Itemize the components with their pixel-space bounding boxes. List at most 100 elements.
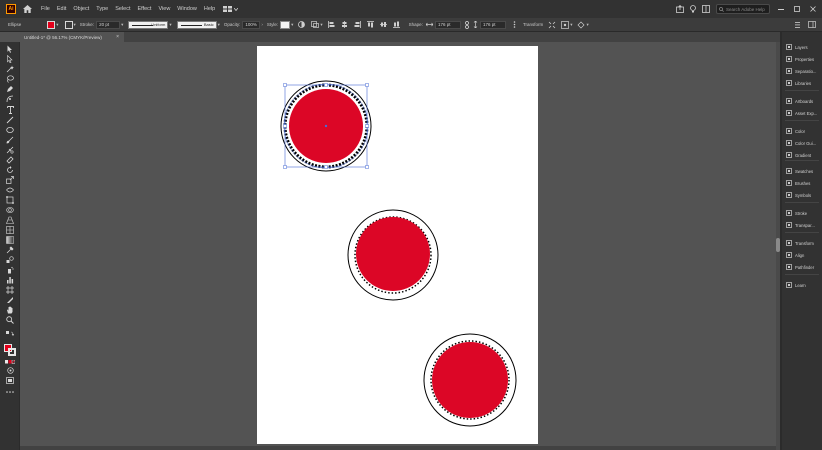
- handle-br[interactable]: [365, 165, 369, 169]
- artboard-tool-icon[interactable]: [5, 286, 15, 294]
- handle-tr[interactable]: [365, 83, 369, 87]
- edit-toolbar-icon[interactable]: [5, 388, 15, 396]
- share-icon[interactable]: [676, 5, 684, 13]
- panel-layers[interactable]: Layers: [786, 42, 822, 52]
- eraser-tool-icon[interactable]: [5, 156, 15, 164]
- type-tool-icon[interactable]: [5, 106, 15, 114]
- ellipse-bottom[interactable]: [422, 333, 518, 427]
- shape-builder-tool-icon[interactable]: [5, 206, 15, 214]
- panel-symbols[interactable]: Symbols: [786, 190, 822, 200]
- align-left-icon[interactable]: [327, 20, 336, 29]
- menu-select[interactable]: Select: [115, 6, 130, 12]
- constrain-proportions-icon[interactable]: [465, 20, 469, 29]
- more-menu-icon[interactable]: [794, 20, 803, 29]
- horizontal-scrollbar[interactable]: [20, 446, 776, 450]
- zoom-tool-icon[interactable]: [5, 316, 15, 324]
- close-tab-icon[interactable]: ×: [116, 34, 119, 40]
- document-tab[interactable]: Untitled-1* @ 56.17% (CMYK/Preview) ×: [20, 32, 124, 42]
- brush-definition[interactable]: Basic: [176, 20, 217, 29]
- arrange-docs-icon[interactable]: [702, 5, 710, 13]
- search-input[interactable]: Search Adobe Help: [716, 4, 770, 14]
- panel-toggle-icon[interactable]: [807, 20, 816, 29]
- transform-link[interactable]: Transform: [523, 22, 543, 27]
- panel-brushes[interactable]: Brushes: [786, 178, 822, 188]
- screen-mode-icon[interactable]: [5, 376, 15, 384]
- align-top-icon[interactable]: [366, 20, 375, 29]
- paintbrush-tool-icon[interactable]: [5, 136, 15, 144]
- shape-height-field[interactable]: 176 pt: [479, 20, 506, 29]
- symbol-sprayer-tool-icon[interactable]: [5, 266, 15, 274]
- handle-bottom[interactable]: [324, 165, 328, 169]
- panel-swatches[interactable]: Swatches: [786, 166, 822, 176]
- chevron-down-icon[interactable]: ▾: [218, 22, 220, 28]
- column-graph-tool-icon[interactable]: [5, 276, 15, 284]
- hand-tool-icon[interactable]: [5, 306, 15, 314]
- menu-help[interactable]: Help: [204, 6, 215, 12]
- menu-object[interactable]: Object: [73, 6, 89, 12]
- panel-color[interactable]: Color: [786, 126, 822, 136]
- chevron-down-icon[interactable]: ▾: [121, 22, 123, 28]
- panel-pathfinder[interactable]: Pathfinder: [786, 262, 822, 272]
- variable-width-profile[interactable]: Uniform: [128, 20, 169, 29]
- direct-selection-tool-icon[interactable]: [5, 55, 15, 63]
- ellipse-selected[interactable]: [278, 80, 374, 172]
- color-mode-icons[interactable]: [5, 358, 15, 366]
- graphic-style-swatch[interactable]: [280, 20, 291, 29]
- slice-tool-icon[interactable]: [5, 296, 15, 304]
- ellipse-middle[interactable]: [346, 208, 440, 302]
- lightbulb-icon[interactable]: [690, 5, 696, 13]
- menu-window[interactable]: Window: [177, 6, 197, 12]
- close-window-button[interactable]: [808, 4, 818, 14]
- align-to-icon[interactable]: [310, 20, 319, 29]
- align-middle-icon[interactable]: [379, 20, 388, 29]
- panel-gradient[interactable]: Gradient: [786, 150, 822, 160]
- panel-libraries[interactable]: Libraries: [786, 78, 822, 88]
- handle-bl[interactable]: [283, 165, 287, 169]
- ellipse-tool-icon[interactable]: [5, 126, 15, 134]
- align-bottom-icon[interactable]: [392, 20, 401, 29]
- panel-transform[interactable]: Transform: [786, 238, 822, 248]
- stroke-weight-field[interactable]: 20 pt: [96, 20, 121, 29]
- handle-left[interactable]: [283, 124, 287, 128]
- lasso-tool-icon[interactable]: [5, 75, 15, 83]
- rotate-tool-icon[interactable]: [5, 166, 15, 174]
- chevron-right-icon[interactable]: ›: [261, 22, 263, 27]
- panel-transparency[interactable]: Transpar...: [786, 220, 822, 230]
- maximize-button[interactable]: [792, 4, 802, 14]
- scale-tool-icon[interactable]: [5, 176, 15, 184]
- menu-file[interactable]: File: [41, 6, 50, 12]
- chevron-down-icon[interactable]: ▾: [320, 22, 322, 28]
- free-transform-tool-icon[interactable]: [5, 196, 15, 204]
- canvas[interactable]: [20, 42, 776, 450]
- align-right-icon[interactable]: [353, 20, 362, 29]
- stroke-color-swatch[interactable]: [64, 20, 73, 29]
- shaper-tool-icon[interactable]: [5, 146, 15, 154]
- chevron-down-icon[interactable]: ▾: [291, 22, 293, 28]
- chevron-down-icon[interactable]: ▾: [587, 22, 589, 28]
- handle-right[interactable]: [365, 124, 369, 128]
- recolor-options-icon[interactable]: [577, 20, 586, 29]
- line-segment-tool-icon[interactable]: [5, 116, 15, 124]
- isolate-icon[interactable]: [547, 20, 556, 29]
- swap-fill-stroke-icon[interactable]: [5, 330, 15, 338]
- gradient-tool-icon[interactable]: [5, 236, 15, 244]
- artboard[interactable]: [257, 46, 538, 444]
- opacity-label[interactable]: Opacity:: [224, 22, 241, 27]
- chevron-down-icon[interactable]: ▾: [74, 22, 76, 28]
- menu-edit[interactable]: Edit: [57, 6, 66, 12]
- menu-view[interactable]: View: [158, 6, 170, 12]
- fill-color-swatch[interactable]: [47, 20, 56, 29]
- stroke-swatch-large[interactable]: [8, 348, 16, 356]
- opacity-field[interactable]: 100%: [242, 20, 261, 29]
- align-center-icon[interactable]: [340, 20, 349, 29]
- home-icon[interactable]: [21, 3, 33, 15]
- chevron-down-icon[interactable]: ▾: [56, 22, 58, 28]
- puppet-warp-icon[interactable]: [560, 20, 569, 29]
- panel-stroke[interactable]: Stroke: [786, 208, 822, 218]
- curvature-tool-icon[interactable]: [5, 95, 15, 103]
- selection-tool-icon[interactable]: [5, 45, 15, 53]
- chevron-down-icon[interactable]: ▾: [570, 22, 572, 28]
- handle-tl[interactable]: [283, 83, 287, 87]
- eyedropper-tool-icon[interactable]: [5, 246, 15, 254]
- panel-asset-export[interactable]: Asset Exp...: [786, 108, 822, 118]
